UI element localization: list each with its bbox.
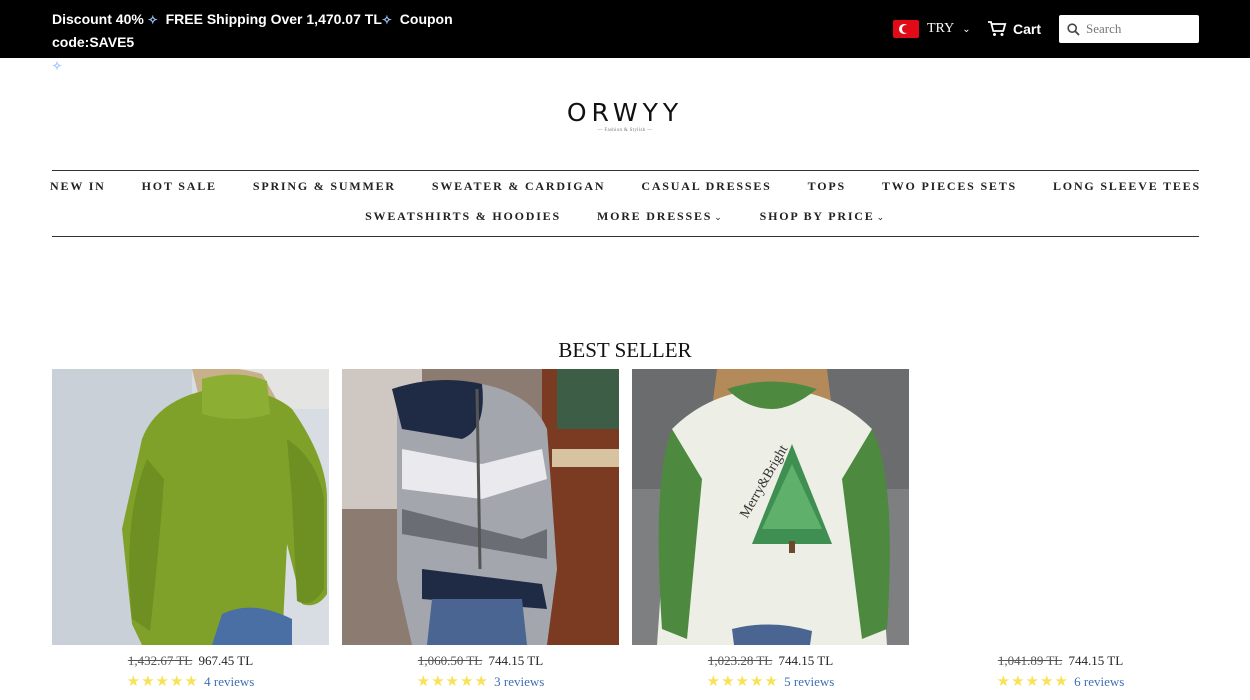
product-price: 1,023.28 TL 744.15 TL (632, 653, 909, 669)
nav-item-two-pieces-sets[interactable]: TWO PIECES SETS (882, 179, 1017, 194)
star-rating-icon: ★★★★★ (996, 674, 1069, 690)
product-image[interactable]: Merry&Bright (632, 369, 909, 645)
chevron-down-icon: ⌄ (876, 212, 886, 222)
search-input[interactable] (1086, 21, 1190, 37)
sale-price: 967.45 TL (198, 653, 254, 668)
sale-price: 744.15 TL (488, 653, 544, 668)
star-rating-icon: ★★★★★ (416, 674, 489, 690)
star-rating-icon: ★★★★★ (126, 674, 199, 690)
nav-item-sweatshirts-hoodies[interactable]: SWEATSHIRTS & HOODIES (365, 209, 561, 224)
cart-label: Cart (1013, 21, 1042, 37)
search-icon[interactable] (1067, 22, 1080, 36)
announcement-shipping: FREE Shipping Over 1,470.07 TL (165, 11, 382, 27)
sparkle-icon: ✧ (52, 58, 63, 73)
old-price: 1,041.89 TL (997, 653, 1063, 668)
nav-item-shop-by-price[interactable]: SHOP BY PRICE ⌄ (760, 209, 886, 224)
product-price: 1,432.67 TL 967.45 TL (52, 653, 329, 669)
product-price: 1,060.50 TL 744.15 TL (342, 653, 619, 669)
sparkle-icon: ✧ (381, 13, 392, 28)
nav-item-tops[interactable]: TOPS (808, 179, 846, 194)
old-price: 1,432.67 TL (127, 653, 193, 668)
nav-item-hot-sale[interactable]: HOT SALE (142, 179, 217, 194)
currency-selector[interactable]: TRY ⌄ (893, 19, 971, 39)
old-price: 1,060.50 TL (417, 653, 483, 668)
nav-item-spring-summer[interactable]: SPRING & SUMMER (253, 179, 396, 194)
currency-label: TRY (927, 21, 955, 36)
reviews-link[interactable]: 4 reviews (204, 674, 254, 689)
sparkle-icon: ✧ (147, 13, 158, 28)
announcement-bar: Discount 40% ✧ FREE Shipping Over 1,470.… (0, 0, 1250, 73)
product-rating: ★★★★★ 6 reviews (922, 672, 1199, 691)
product-card[interactable]: 1,041.89 TL 744.15 TL ★★★★★ 6 reviews (922, 369, 1199, 691)
announcement-discount: Discount 40% (52, 11, 144, 27)
reviews-link[interactable]: 3 reviews (494, 674, 544, 689)
sale-price: 744.15 TL (1068, 653, 1124, 668)
cart-link[interactable]: Cart (987, 19, 1041, 39)
product-rating: ★★★★★ 5 reviews (632, 672, 909, 691)
search-box (1059, 15, 1199, 43)
product-image-placeholder[interactable] (922, 369, 1199, 645)
chevron-down-icon: ⌄ (962, 23, 971, 35)
section-title: BEST SELLER (558, 338, 692, 362)
product-card[interactable]: Merry&Bright 1,023.28 TL 744.15 TL ★★★★★… (632, 369, 909, 691)
nav-item-new-in[interactable]: NEW IN (50, 179, 106, 194)
star-rating-icon: ★★★★★ (706, 674, 779, 690)
sale-price: 744.15 TL (778, 653, 834, 668)
logo-tagline: — Fashion & Stylish — (597, 128, 653, 133)
product-card[interactable]: 1,432.67 TL 967.45 TL ★★★★★ 4 reviews (52, 369, 329, 691)
nav-item-more-dresses-label: MORE DRESSES (596, 209, 713, 223)
cart-icon (988, 21, 1007, 36)
site-logo[interactable]: ORWYY — Fashion & Stylish — (0, 98, 1250, 133)
product-image[interactable] (342, 369, 619, 645)
nav-item-more-dresses[interactable]: MORE DRESSES ⌄ (597, 209, 724, 224)
nav-item-shop-by-price-label: SHOP BY PRICE (759, 209, 875, 223)
chevron-down-icon: ⌄ (714, 212, 724, 222)
nav-item-long-sleeve-tees[interactable]: LONG SLEEVE TEES (1053, 179, 1201, 194)
product-rating: ★★★★★ 3 reviews (342, 672, 619, 691)
old-price: 1,023.28 TL (707, 653, 773, 668)
product-image[interactable] (52, 369, 329, 645)
reviews-link[interactable]: 5 reviews (784, 674, 834, 689)
nav-item-casual-dresses[interactable]: CASUAL DRESSES (641, 179, 771, 194)
announcement-text: Discount 40% ✧ FREE Shipping Over 1,470.… (52, 8, 522, 77)
logo-text: ORWYY (566, 98, 684, 127)
nav-row-2: SWEATSHIRTS & HOODIES MORE DRESSES ⌄ SHOP… (52, 209, 1199, 224)
product-card[interactable]: 1,060.50 TL 744.15 TL ★★★★★ 3 reviews (342, 369, 619, 691)
nav-item-sweater-cardigan[interactable]: SWEATER & CARDIGAN (432, 179, 606, 194)
main-navigation: NEW IN HOT SALE SPRING & SUMMER SWEATER … (50, 170, 1201, 237)
reviews-link[interactable]: 6 reviews (1074, 674, 1124, 689)
nav-row-1: NEW IN HOT SALE SPRING & SUMMER SWEATER … (50, 179, 1201, 194)
product-rating: ★★★★★ 4 reviews (52, 672, 329, 691)
product-price: 1,041.89 TL 744.15 TL (922, 653, 1199, 669)
turkey-flag-icon (893, 20, 919, 38)
